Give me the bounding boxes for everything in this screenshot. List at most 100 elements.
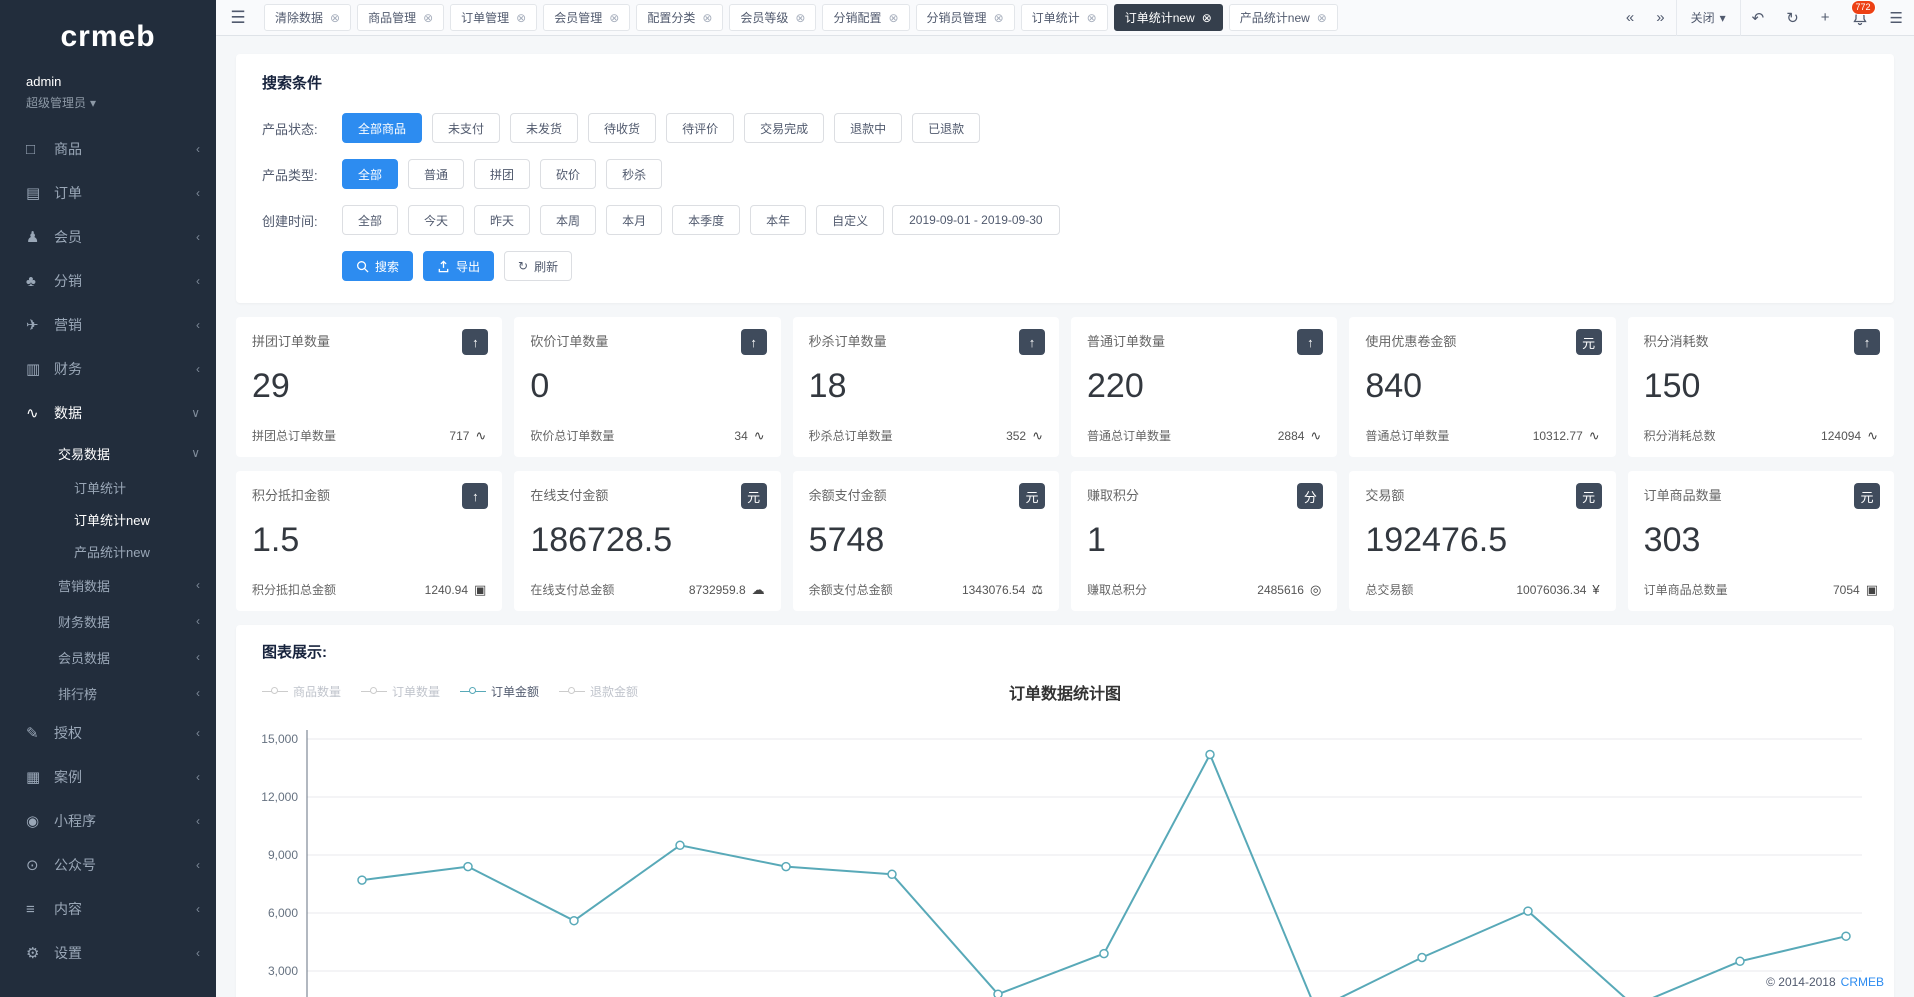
tab[interactable]: 配置分类 ⊗ bbox=[636, 4, 723, 31]
search-icon bbox=[356, 260, 369, 273]
tab[interactable]: 订单统计 ⊗ bbox=[1021, 4, 1108, 31]
filter-button[interactable]: 普通 bbox=[408, 159, 464, 189]
sidebar-item[interactable]: 订单统计new bbox=[0, 503, 216, 535]
filter-button[interactable]: 本周 bbox=[540, 205, 596, 235]
top-tab-bar: ☰ 清除数据 ⊗ 商品管理 ⊗ 订单管理 ⊗ bbox=[216, 0, 1914, 36]
stat-card: 普通订单数量 ↑ 220 普通总订单数量 2884 ∿ bbox=[1071, 317, 1337, 457]
filter-button[interactable]: 全部 bbox=[342, 205, 398, 235]
filter-button[interactable]: 拼团 bbox=[474, 159, 530, 189]
tab-close-icon[interactable]: ⊗ bbox=[702, 11, 712, 25]
filter-button[interactable]: 今天 bbox=[408, 205, 464, 235]
tab[interactable]: 商品管理 ⊗ bbox=[357, 4, 444, 31]
export-button[interactable]: 导出 bbox=[423, 251, 494, 281]
tabs-scroll-right-button[interactable]: » bbox=[1645, 0, 1675, 36]
stat-card-subtitle: 拼团总订单数量 bbox=[252, 427, 336, 444]
date-range-picker[interactable]: 2019-09-01 - 2019-09-30 bbox=[892, 205, 1059, 235]
tabs-scroll-left-button[interactable]: « bbox=[1615, 0, 1645, 36]
sidebar-item[interactable]: ≡ 内容 ‹ bbox=[0, 887, 216, 931]
filter-button[interactable]: 交易完成 bbox=[744, 113, 824, 143]
close-tabs-dropdown[interactable]: 关闭 ▾ bbox=[1676, 0, 1741, 36]
tab[interactable]: 分销员管理 ⊗ bbox=[916, 4, 1015, 31]
filter-button[interactable]: 本月 bbox=[606, 205, 662, 235]
sidebar-item[interactable]: 排行榜 ‹ bbox=[0, 675, 216, 711]
filter-button[interactable]: 退款中 bbox=[834, 113, 902, 143]
sidebar-item[interactable]: ▤ 订单 ‹ bbox=[0, 171, 216, 215]
filter-button[interactable]: 昨天 bbox=[474, 205, 530, 235]
svg-text:9,000: 9,000 bbox=[268, 848, 298, 862]
sidebar-item[interactable]: 产品统计new bbox=[0, 535, 216, 567]
tab-close-icon[interactable]: ⊗ bbox=[888, 11, 898, 25]
tab[interactable]: 会员等级 ⊗ bbox=[729, 4, 816, 31]
tab[interactable]: 产品统计new ⊗ bbox=[1229, 4, 1338, 31]
refresh-page-button[interactable]: ↻ bbox=[1775, 0, 1810, 36]
search-button[interactable]: 搜索 bbox=[342, 251, 413, 281]
stat-card: 在线支付金额 元 186728.5 在线支付总金额 8732959.8 ☁ bbox=[514, 471, 780, 611]
sidebar-item[interactable]: ⚙ 设置 ‹ bbox=[0, 931, 216, 975]
stat-card-total-value: 10076036.34 bbox=[1516, 583, 1586, 597]
sidebar-item[interactable]: ▥ 财务 ‹ bbox=[0, 347, 216, 391]
tab-close-icon[interactable]: ⊗ bbox=[1087, 11, 1097, 25]
sidebar-item[interactable]: ∿ 数据 ∨ bbox=[0, 391, 216, 435]
tab[interactable]: 订单管理 ⊗ bbox=[450, 4, 537, 31]
stat-card-title: 赚取积分 bbox=[1087, 488, 1139, 503]
tab-close-icon[interactable]: ⊗ bbox=[1202, 11, 1212, 25]
sidebar-item[interactable]: 订单统计 bbox=[0, 471, 216, 503]
brand-link[interactable]: CRMEB bbox=[1841, 975, 1884, 989]
tab-close-icon[interactable]: ⊗ bbox=[994, 11, 1004, 25]
sidebar-fold-button[interactable]: ☰ bbox=[216, 0, 260, 36]
filter-button[interactable]: 全部商品 bbox=[342, 113, 422, 143]
sidebar-item[interactable]: ✎ 授权 ‹ bbox=[0, 711, 216, 755]
tab[interactable]: 清除数据 ⊗ bbox=[264, 4, 351, 31]
chevron-icon: ‹ bbox=[196, 318, 200, 332]
filter-button[interactable]: 待评价 bbox=[666, 113, 734, 143]
tab[interactable]: 订单统计new ⊗ bbox=[1114, 4, 1223, 31]
filter-button[interactable]: 待收货 bbox=[588, 113, 656, 143]
refresh-icon: ↻ bbox=[518, 259, 528, 273]
settings-list-button[interactable]: ☰ bbox=[1879, 0, 1914, 36]
sidebar-item[interactable]: ◉ 小程序 ‹ bbox=[0, 799, 216, 843]
sidebar-item[interactable]: ♟ 会员 ‹ bbox=[0, 215, 216, 259]
tab-close-icon[interactable]: ⊗ bbox=[516, 11, 526, 25]
refresh-button[interactable]: ↻ 刷新 bbox=[504, 251, 572, 281]
tab[interactable]: 分销配置 ⊗ bbox=[822, 4, 909, 31]
filter-button[interactable]: 本年 bbox=[750, 205, 806, 235]
filter-button[interactable]: 全部 bbox=[342, 159, 398, 189]
filter-button[interactable]: 秒杀 bbox=[606, 159, 662, 189]
finance-icon: ▥ bbox=[26, 360, 54, 378]
tab-close-icon[interactable]: ⊗ bbox=[330, 11, 340, 25]
user-role-dropdown[interactable]: 超级管理员 ▾ bbox=[26, 94, 190, 111]
sidebar-item[interactable]: 财务数据 ‹ bbox=[0, 603, 216, 639]
filter-button[interactable]: 已退款 bbox=[912, 113, 980, 143]
chart-panel: 图表展示: 商品数量 订单数量 bbox=[236, 625, 1894, 997]
tab-strip: 清除数据 ⊗ 商品管理 ⊗ 订单管理 ⊗ 会员管理 bbox=[260, 4, 1615, 31]
orders-line-chart[interactable]: 15,00012,0009,0006,0003,0000 bbox=[262, 724, 1882, 997]
sidebar-item[interactable]: 营销数据 ‹ bbox=[0, 567, 216, 603]
filter-button[interactable]: 未支付 bbox=[432, 113, 500, 143]
sidebar-item[interactable]: ♣ 分销 ‹ bbox=[0, 259, 216, 303]
sidebar-item[interactable]: 交易数据 ∨ bbox=[0, 435, 216, 471]
notification-badge: 772 bbox=[1851, 0, 1876, 15]
fullscreen-button[interactable]: + bbox=[1810, 0, 1841, 36]
filter-button[interactable]: 砍价 bbox=[540, 159, 596, 189]
tab-close-icon[interactable]: ⊗ bbox=[609, 11, 619, 25]
stat-card-total-value: 1240.94 bbox=[425, 583, 468, 597]
filter-button[interactable]: 未发货 bbox=[510, 113, 578, 143]
list-icon: ☰ bbox=[1890, 9, 1903, 27]
sidebar-item[interactable]: ✈ 营销 ‹ bbox=[0, 303, 216, 347]
stat-card-value: 0 bbox=[530, 367, 764, 427]
undo-button[interactable]: ↶ bbox=[1741, 0, 1776, 36]
notifications-button[interactable]: 772 bbox=[1841, 0, 1879, 36]
filter-button[interactable]: 自定义 bbox=[816, 205, 884, 235]
tab-close-icon[interactable]: ⊗ bbox=[1317, 11, 1327, 25]
sidebar-item[interactable]: □ 商品 ‹ bbox=[0, 127, 216, 171]
sidebar-item[interactable]: ⊙ 公众号 ‹ bbox=[0, 843, 216, 887]
tab-close-icon[interactable]: ⊗ bbox=[795, 11, 805, 25]
main-area: ☰ 清除数据 ⊗ 商品管理 ⊗ 订单管理 ⊗ bbox=[216, 0, 1914, 997]
filter-button[interactable]: 本季度 bbox=[672, 205, 740, 235]
sidebar-item[interactable]: ▦ 案例 ‹ bbox=[0, 755, 216, 799]
tab[interactable]: 会员管理 ⊗ bbox=[543, 4, 630, 31]
stat-card-value: 150 bbox=[1644, 367, 1878, 427]
tab-close-icon[interactable]: ⊗ bbox=[423, 11, 433, 25]
copyright-text: © 2014-2018 bbox=[1766, 975, 1836, 989]
sidebar-item[interactable]: 会员数据 ‹ bbox=[0, 639, 216, 675]
